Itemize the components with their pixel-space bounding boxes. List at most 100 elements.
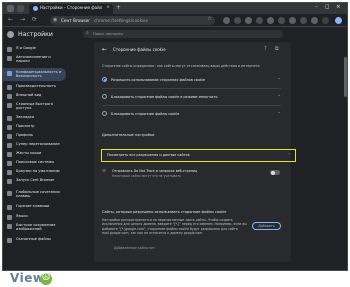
extension-icon[interactable] [234,17,241,24]
extension-icon[interactable] [322,17,329,24]
page-description: Сторонние сайты определяют, как сайты мо… [102,64,261,68]
open-external-icon[interactable]: ⧉ [275,46,279,52]
scrollbar-thumb[interactable] [344,57,347,97]
shield-icon [7,71,12,76]
sidebar-item-bookmarks[interactable]: Закладки [3,115,66,122]
sidebar-item-label: Поисковые системы [16,160,55,164]
extension-icon[interactable] [267,17,274,24]
sidebar-item-label: Языки [16,214,28,218]
speedometer-icon [7,85,12,90]
sidebar-item-hotkeys[interactable]: Горячие клавиши [3,204,66,211]
option-block-incognito[interactable]: Блокировать сторонние файлы cookie в реж… [102,91,281,103]
divider [102,105,281,106]
peace-logo-icon [40,272,52,285]
settings-main: ⌕ Поиск настроек ← Сторонние файлы cooki… [67,27,347,270]
sidebar-item-default-browser[interactable]: Браузер по умолчанию [3,169,66,176]
browser-icon [7,170,12,175]
chevron-down-icon[interactable]: ⌄ [277,93,281,98]
site-info-icon[interactable]: ◉ [53,17,57,23]
sidebar-item-appearance[interactable]: Внешний вид [3,93,66,100]
reload-button[interactable]: ⟳ [32,16,37,23]
extension-icon[interactable] [278,17,285,24]
tab-close-icon[interactable]: × [106,5,110,10]
sidebar-item-label: Внешний вид [16,93,42,97]
sidebar-item-label: Я и Google [16,46,36,50]
profile-avatar[interactable] [335,17,342,24]
radio-button[interactable] [102,77,107,82]
close-window-button[interactable]: × [336,4,341,10]
extension-icon[interactable] [223,17,230,24]
extension-icon[interactable] [311,17,318,24]
hotkey-icon [7,205,12,210]
see-all-site-data-button[interactable]: Посмотреть все разрешения и данные сайто… [101,149,296,162]
sidebar-item-search-engines[interactable]: Поисковые системы [3,160,66,167]
do-not-track-toggle[interactable] [270,170,280,175]
bookmark-star-icon[interactable]: ☆ [207,16,212,22]
palette-icon [7,94,12,99]
extension-icon[interactable] [289,17,296,24]
settings-title: Настройки [18,31,53,38]
settings-favicon-icon [33,6,38,11]
radio-button[interactable] [102,94,107,99]
sidebar-item-label: Просмотр [16,124,35,128]
search-icon: ⌕ [86,30,89,36]
sidebar-item-performance[interactable]: Производительность [3,84,66,91]
tab-search-icon[interactable] [17,5,24,12]
sidebar-item-label: Автозаполнение и пароли [16,55,51,64]
maximize-button[interactable]: ◻ [325,4,330,10]
extension-icon[interactable] [256,17,263,24]
do-not-track-label: Отправлять Do Not Track в запросах веб-с… [112,169,198,173]
no-sites-added-text: Добавленные сайты нет [114,246,155,250]
option-allow-third-party[interactable]: Разрешить использование сторонних файлов… [102,74,281,86]
sidebar-item-label: Конфиденциальность и безопасность [16,70,62,79]
add-site-button[interactable]: Добавить [252,222,281,230]
sidebar-item-languages[interactable]: Языки [3,214,66,221]
sidebar-item-global-shortcuts[interactable]: Глобальные сочетания клавиш [3,190,66,201]
sidebar-item-label: Глобальные сочетания клавиш [16,190,60,199]
sidebar-item-downloads[interactable]: Скачанные файлы [3,237,66,244]
extension-icon[interactable] [300,17,307,24]
chevron-down-icon[interactable]: ⌄ [277,110,281,115]
tab-settings[interactable]: Настройки – Сторонние файлы c × [29,4,113,14]
page-title: Сторонние файлы cookie [113,47,166,52]
sidebar-item-autofill[interactable]: Автозаполнение и пароли [3,55,66,66]
sidebar-item-speed-dial[interactable]: Страница быстрого доступа [3,102,66,113]
option-label: Разрешить использование сторонних файлов… [111,77,205,82]
chevron-down-icon[interactable]: ⌄ [277,76,281,81]
option-block-third-party[interactable]: Блокировать сторонние файлы cookie ⌄ [102,108,281,120]
mouse-icon [7,152,12,157]
additional-settings-title: Дополнительные настройки [102,133,155,137]
back-button[interactable]: ← [8,16,13,23]
help-icon[interactable]: ? [264,46,267,52]
sidebar-item-browsing[interactable]: Просмотр [3,124,66,131]
browser-menu-icon[interactable] [7,5,14,12]
chevron-right-icon: › [288,151,290,157]
sidebar-item-super-drag[interactable]: Супер перетаскивание [3,142,66,149]
allowed-sites-title: Сайты, которым разрешено использовать ст… [102,210,227,214]
forward-button[interactable]: → [20,16,25,23]
sidebar-item-startup[interactable]: Запуск Cent Browser [3,178,66,185]
radio-button[interactable] [102,111,107,116]
sidebar-item-label: Скачанные файлы [16,237,51,241]
new-tab-button[interactable]: + [116,4,121,11]
tab-title: Настройки – Сторонние файлы c [40,5,102,10]
tab-strip: Настройки – Сторонние файлы c × + – ◻ × [3,3,347,14]
extension-icon[interactable] [245,17,252,24]
option-label: Блокировать сторонние файлы cookie в реж… [111,94,218,99]
scrollbar[interactable] [344,27,347,270]
eye-icon [7,125,12,130]
sidebar-item-label: Супер перетаскивание [16,142,60,146]
search-settings-field[interactable]: ⌕ Поиск настроек [83,30,283,38]
keyboard-icon [7,191,12,196]
sidebar-item-google[interactable]: Я и Google [3,46,66,53]
back-arrow-icon[interactable]: ← [102,46,107,53]
minimize-button[interactable]: – [315,4,318,10]
sidebar-item-mouse-gestures[interactable]: Жесты мыши [3,151,66,158]
address-bar[interactable]: ◉ Сент Browser chrome://settings/cookies… [50,16,215,25]
sidebar-item-quick-save[interactable]: Быстрое сохранение изображений [3,223,66,234]
sidebar-item-profile[interactable]: Профиль [3,133,66,140]
globe-icon [7,215,12,220]
sidebar-item-privacy[interactable]: Конфиденциальность и безопасность [3,68,66,81]
screenshot-frame: Настройки – Сторонние файлы c × + – ◻ × … [0,0,350,287]
divider [102,88,281,89]
